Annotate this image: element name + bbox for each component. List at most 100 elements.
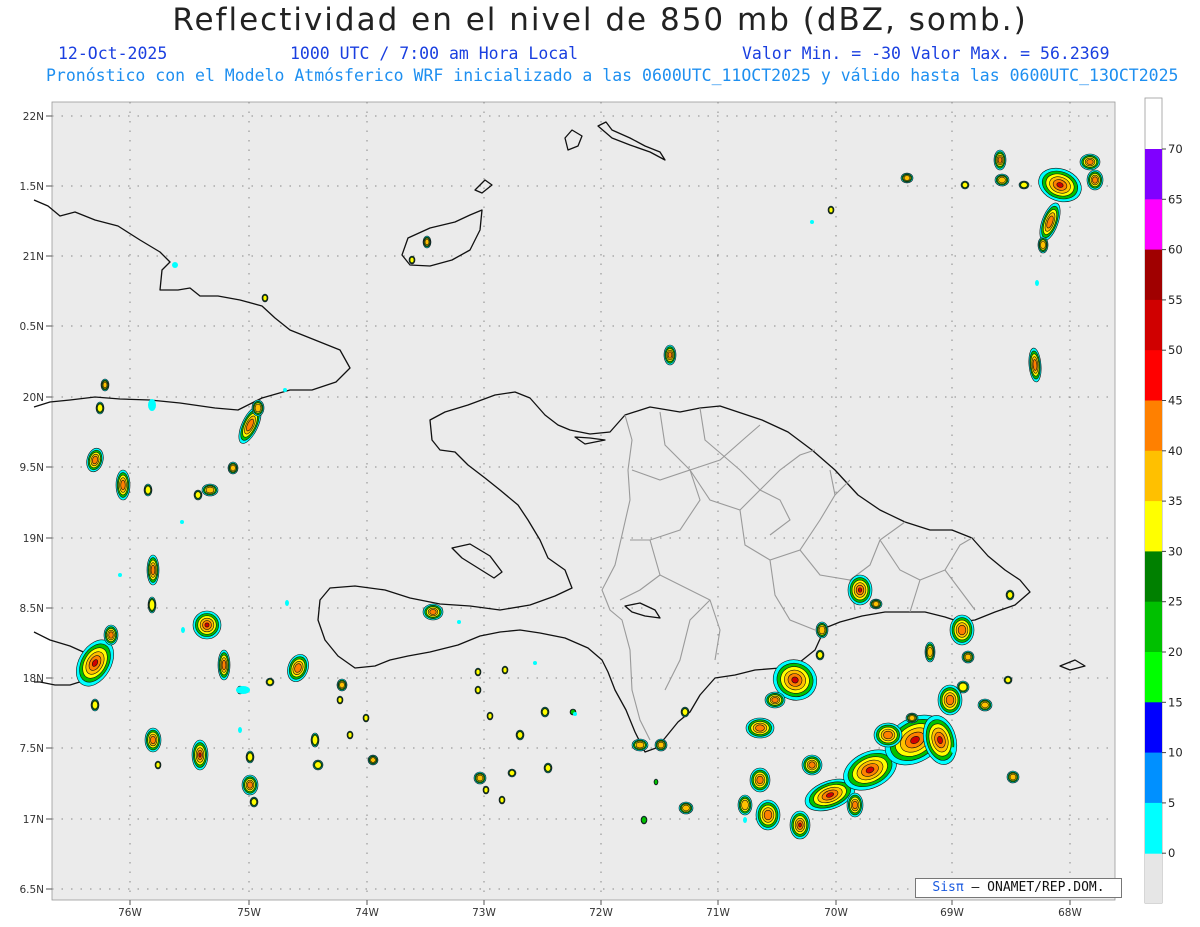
colorbar-block (1145, 149, 1162, 200)
storm-cell (924, 641, 936, 663)
lon-label: 74W (355, 907, 379, 919)
storm-cell (346, 730, 354, 740)
light-echo (283, 388, 287, 392)
storm-cell (312, 759, 324, 771)
colorbar: 7065605550454035302520151050 (1144, 97, 1183, 904)
storm-cell (362, 713, 370, 723)
lat-label: 18N (23, 673, 44, 685)
lat-label: 1.5N (19, 181, 44, 193)
lat-label: 22N (23, 111, 44, 123)
storm-cell (900, 172, 914, 184)
storm-cell (154, 760, 162, 770)
colorbar-label: 30 (1168, 544, 1183, 558)
colorbar-label: 25 (1168, 595, 1183, 609)
storm-cell (815, 649, 825, 661)
storm-cell (474, 667, 482, 677)
storm-cell (1003, 675, 1013, 685)
lon-label: 70W (824, 907, 848, 919)
storm-cell (90, 698, 100, 712)
storm-cell (949, 614, 975, 646)
storm-cell (678, 801, 694, 815)
storm-cell (515, 729, 525, 741)
colorbar-label: 20 (1168, 645, 1183, 659)
storm-cell (498, 795, 506, 805)
colorbar-blocks (1145, 149, 1162, 854)
colorbar-label: 10 (1168, 746, 1183, 760)
colorbar-block (1145, 400, 1162, 452)
storm-cell (501, 665, 509, 675)
storm-cell (474, 685, 482, 695)
storm-cell (961, 650, 975, 664)
storm-cell (1018, 180, 1030, 190)
colorbar-label: 55 (1168, 293, 1183, 307)
light-echo (573, 712, 577, 716)
map-frame (51, 101, 1116, 901)
storm-cell (654, 738, 668, 752)
latitude-labels: 22N 1.5N 21N 0.5N 20N 9.5N 19N 8.5N 18N 7.5N 17N 6.… (19, 111, 44, 896)
storm-cell (1006, 770, 1020, 784)
storm-cell (100, 378, 110, 392)
storm-cell (249, 796, 259, 808)
colorbar-label: 70 (1168, 142, 1183, 156)
storm-cell (367, 754, 379, 766)
lat-label: 17N (23, 814, 44, 826)
storm-cell (422, 235, 432, 249)
storm-cell (336, 695, 344, 705)
light-echo (172, 262, 178, 268)
storm-cell (653, 778, 659, 786)
colorbar-label: 60 (1168, 243, 1183, 257)
storm-cell (408, 255, 416, 265)
colorbar-label: 50 (1168, 343, 1183, 357)
light-echo (118, 573, 122, 577)
storm-cell (846, 792, 864, 818)
storm-cell (827, 205, 835, 215)
colorbar-block (1145, 450, 1162, 502)
colorbar-block (1145, 752, 1162, 804)
storm-cell (146, 554, 160, 586)
colorbar-label: 0 (1168, 846, 1175, 860)
storm-cell (663, 344, 677, 366)
storm-cell (755, 799, 781, 831)
storm-cell (265, 677, 275, 687)
lon-label: 75W (237, 907, 261, 919)
colorbar-block (1145, 299, 1162, 351)
lat-label: 19N (23, 533, 44, 545)
lat-label: 7.5N (19, 743, 44, 755)
storm-cell (147, 596, 157, 614)
lat-label: 20N (23, 392, 44, 404)
storm-cell (95, 401, 105, 415)
storm-cell (631, 738, 649, 752)
storm-cell (482, 785, 490, 795)
storm-cell (994, 173, 1010, 187)
longitude-labels: 76W 75W 74W 73W 72W 71W 70W 69W 68W (118, 907, 1082, 919)
storm-cell (640, 815, 648, 825)
light-echo (810, 220, 814, 224)
storm-cell (192, 610, 222, 640)
storm-cell (143, 483, 153, 497)
storm-cell (191, 739, 209, 771)
storm-cell (227, 461, 239, 475)
storm-cell (217, 649, 231, 681)
storm-cell (241, 774, 259, 796)
storm-cell (1005, 589, 1015, 601)
storm-cell (261, 293, 269, 303)
storm-cell (1037, 236, 1049, 254)
storm-cell (737, 794, 753, 816)
storm-cell (789, 810, 811, 840)
light-echo (743, 817, 747, 823)
storm-cell (801, 754, 823, 776)
storm-cell (869, 598, 883, 610)
storm-cell (993, 149, 1007, 171)
lon-label: 73W (472, 907, 496, 919)
light-echo (951, 747, 955, 753)
storm-cell (486, 711, 494, 721)
storm-cell (977, 698, 993, 712)
storm-cell (245, 750, 255, 764)
lon-label: 76W (118, 907, 142, 919)
lat-label: 21N (23, 251, 44, 263)
colorbar-labels: 7065605550454035302520151050 (1162, 142, 1183, 860)
colorbar-block (1145, 249, 1162, 301)
colorbar-below-zero (1145, 853, 1162, 903)
lat-label: 0.5N (19, 321, 44, 333)
light-echo (181, 627, 185, 633)
